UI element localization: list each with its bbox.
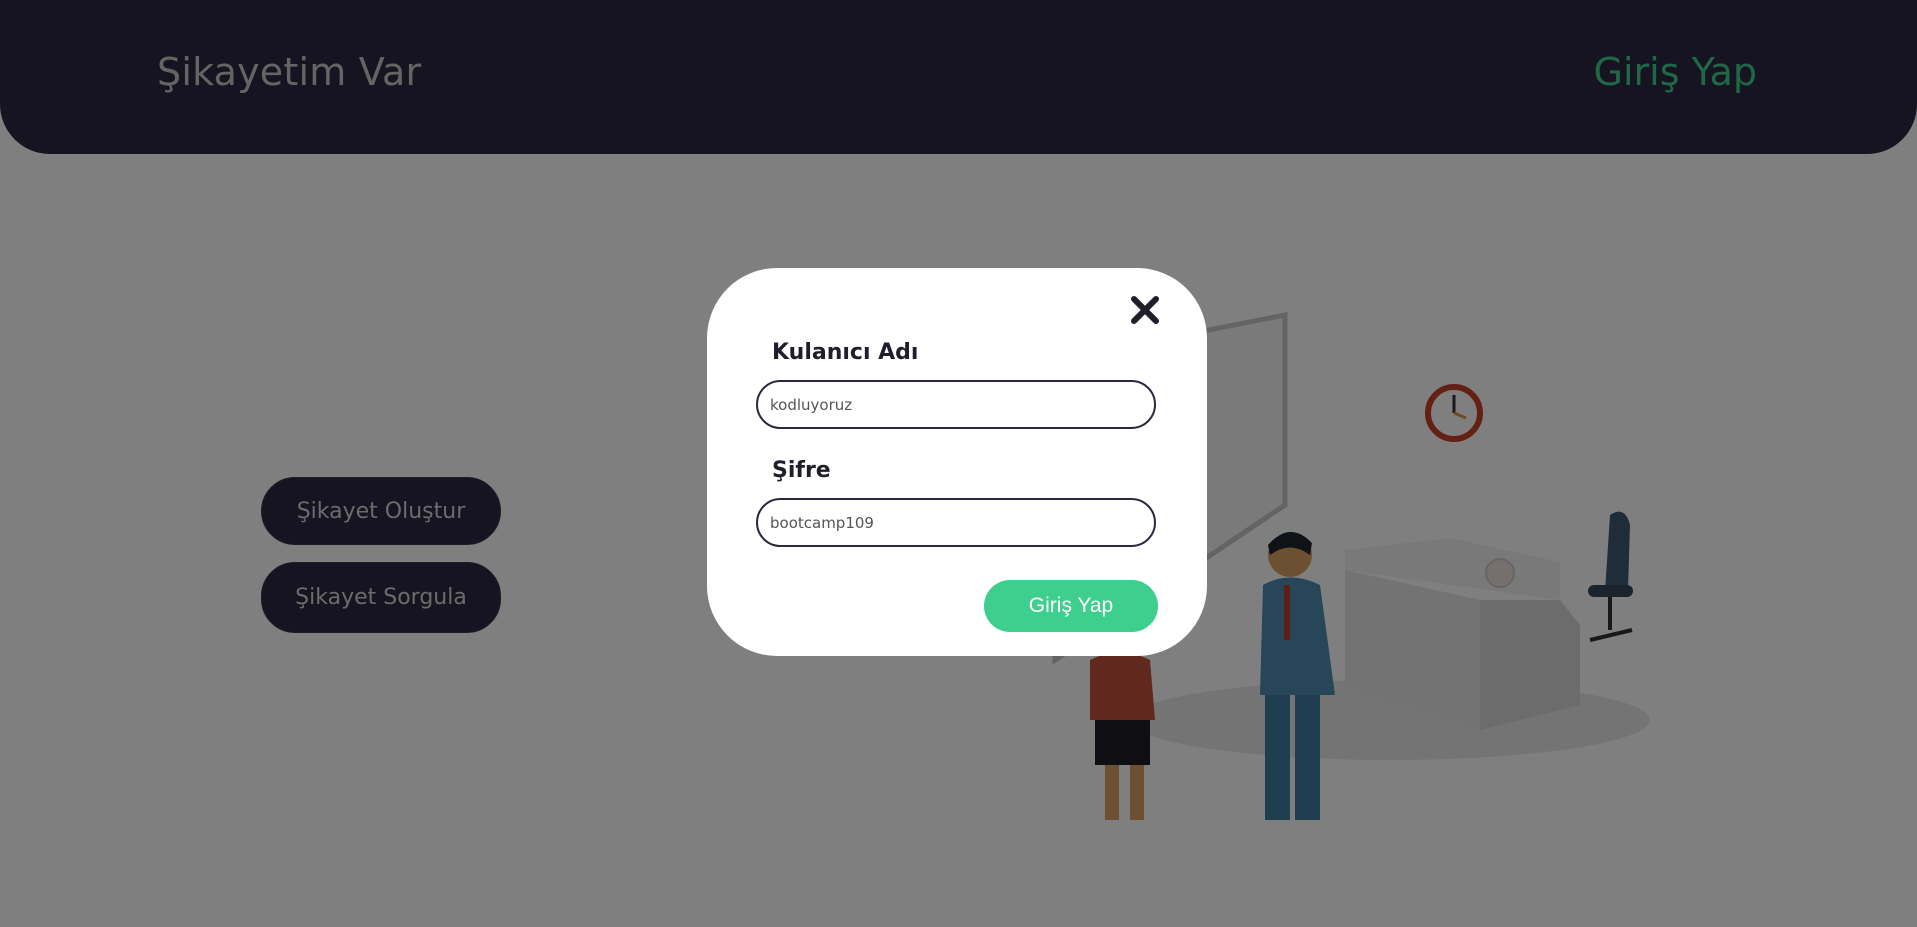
username-input[interactable]: [756, 380, 1156, 429]
close-icon[interactable]: [1127, 292, 1163, 328]
login-submit-button[interactable]: Giriş Yap: [984, 580, 1158, 632]
password-input[interactable]: [756, 498, 1156, 547]
password-label: Şifre: [772, 458, 831, 483]
login-modal: Kulanıcı Adı Şifre Giriş Yap: [707, 268, 1207, 656]
username-label: Kulanıcı Adı: [772, 340, 919, 365]
